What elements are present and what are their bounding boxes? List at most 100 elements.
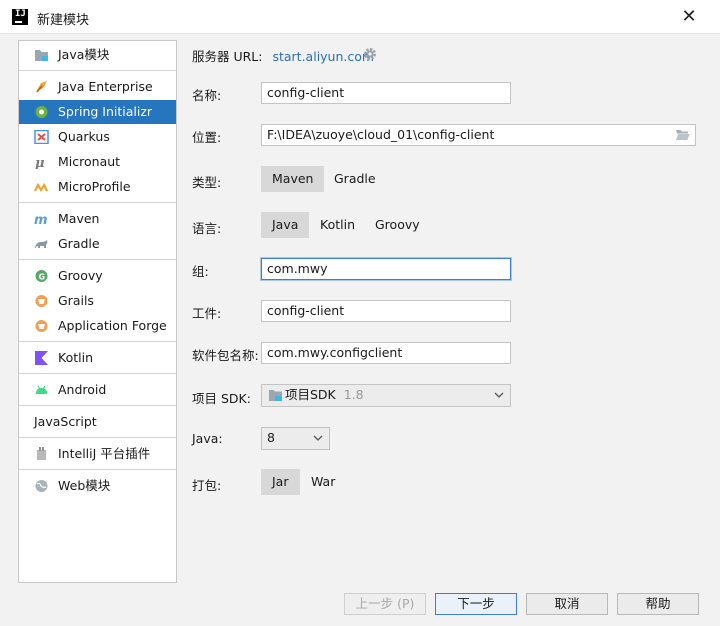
sidebar-divider bbox=[19, 405, 176, 406]
server-url-row: 服务器 URL: start.aliyun.com bbox=[192, 46, 374, 65]
name-field[interactable]: config-client bbox=[261, 82, 511, 104]
svg-text:μ: μ bbox=[35, 156, 45, 169]
sidebar-item-gradle[interactable]: Gradle bbox=[19, 232, 176, 256]
sidebar-item-groovy[interactable]: G Groovy bbox=[19, 264, 176, 288]
location-label: 位置: bbox=[192, 130, 222, 145]
maven-icon: m bbox=[34, 213, 48, 226]
sidebar-item-label: Quarkus bbox=[58, 129, 110, 144]
sidebar-item-android[interactable]: Android bbox=[19, 378, 176, 402]
gear-icon[interactable] bbox=[363, 47, 377, 61]
language-option-java[interactable]: Java bbox=[261, 212, 310, 238]
sidebar-item-label: Groovy bbox=[58, 268, 103, 283]
spring-icon bbox=[35, 106, 48, 118]
sidebar-divider bbox=[19, 373, 176, 374]
sidebar-item-web-module[interactable]: Web模块 bbox=[19, 474, 176, 498]
module-type-list: Java模块 Java Enterprise Spring Initializr… bbox=[18, 40, 177, 583]
previous-button[interactable]: 上一步 (P) bbox=[344, 593, 426, 615]
language-option-groovy[interactable]: Groovy bbox=[364, 212, 431, 238]
location-value: F:\IDEA\zuoye\cloud_01\config-client bbox=[267, 127, 495, 142]
sidebar-item-spring-initializr[interactable]: Spring Initializr bbox=[19, 100, 176, 124]
groovy-icon: G bbox=[35, 270, 48, 282]
gradle-icon bbox=[35, 240, 48, 248]
folder-module-icon bbox=[35, 50, 48, 61]
language-label: 语言: bbox=[192, 221, 222, 236]
sidebar-item-micronaut[interactable]: μ Micronaut bbox=[19, 150, 176, 174]
project-sdk-value: 项目SDK bbox=[285, 387, 336, 402]
sidebar-item-label: Application Forge bbox=[58, 318, 167, 333]
micronaut-icon: μ bbox=[35, 156, 45, 169]
project-sdk-label: 项目 SDK: bbox=[192, 391, 251, 406]
sidebar-item-quarkus[interactable]: Quarkus bbox=[19, 125, 176, 149]
sidebar-item-javascript[interactable]: JavaScript bbox=[19, 410, 176, 434]
sidebar-item-label: Micronaut bbox=[58, 154, 121, 169]
microprofile-icon bbox=[34, 182, 48, 192]
project-sdk-version: 1.8 bbox=[343, 387, 364, 402]
type-label: 类型: bbox=[192, 175, 222, 190]
chevron-down-icon bbox=[494, 392, 504, 398]
sidebar-item-label: Java模块 bbox=[58, 47, 110, 62]
kotlin-icon bbox=[35, 351, 48, 365]
group-label: 组: bbox=[192, 264, 209, 279]
sidebar-item-grails[interactable]: Grails bbox=[19, 289, 176, 313]
intellij-app-icon: IJ bbox=[12, 9, 28, 25]
sidebar-item-intellij-plugin[interactable]: IntelliJ 平台插件 bbox=[19, 442, 176, 466]
sidebar-item-microprofile[interactable]: MicroProfile bbox=[19, 175, 176, 199]
sdk-folder-icon bbox=[269, 390, 282, 401]
type-option-gradle[interactable]: Gradle bbox=[323, 166, 387, 192]
package-name-field[interactable]: com.mwy.configclient bbox=[261, 342, 511, 364]
help-button[interactable]: 帮助 bbox=[617, 593, 699, 615]
cancel-button[interactable]: 取消 bbox=[526, 593, 608, 615]
sidebar-item-application-forge[interactable]: Application Forge bbox=[19, 314, 176, 338]
application-forge-icon bbox=[35, 320, 48, 332]
sidebar-item-label: Web模块 bbox=[58, 478, 111, 493]
sidebar-item-label: MicroProfile bbox=[58, 179, 131, 194]
sidebar-item-label: Kotlin bbox=[58, 350, 93, 365]
sidebar-divider bbox=[19, 469, 176, 470]
intellij-plugin-icon bbox=[37, 447, 46, 460]
java-enterprise-icon bbox=[36, 81, 47, 93]
sidebar-divider bbox=[19, 437, 176, 438]
sidebar-item-java-module[interactable]: Java模块 bbox=[19, 43, 176, 67]
next-button[interactable]: 下一步 bbox=[435, 593, 517, 615]
group-field[interactable]: com.mwy bbox=[261, 258, 511, 280]
packaging-option-war[interactable]: War bbox=[300, 469, 346, 495]
type-option-maven[interactable]: Maven bbox=[261, 166, 325, 192]
artifact-label: 工件: bbox=[192, 306, 222, 321]
sidebar-item-label: IntelliJ 平台插件 bbox=[58, 446, 151, 461]
sidebar-divider bbox=[19, 341, 176, 342]
project-sdk-dropdown[interactable]: 项目SDK 1.8 bbox=[261, 384, 511, 407]
chevron-down-icon bbox=[313, 435, 323, 441]
sidebar-item-java-enterprise[interactable]: Java Enterprise bbox=[19, 75, 176, 99]
sidebar-divider bbox=[19, 70, 176, 71]
java-version-value: 8 bbox=[267, 430, 275, 445]
svg-text:G: G bbox=[39, 273, 46, 282]
new-module-dialog: IJ 新建模块 ✕ Java模块 Java Enterprise Spring … bbox=[0, 0, 720, 626]
browse-folder-icon[interactable] bbox=[675, 129, 690, 141]
name-label: 名称: bbox=[192, 88, 222, 103]
java-version-dropdown[interactable]: 8 bbox=[261, 427, 330, 450]
web-globe-icon bbox=[35, 480, 48, 492]
packaging-option-jar[interactable]: Jar bbox=[261, 469, 300, 495]
artifact-field[interactable]: config-client bbox=[261, 300, 511, 322]
android-icon bbox=[36, 385, 47, 394]
sidebar-item-label: Gradle bbox=[58, 236, 100, 251]
java-version-label: Java: bbox=[192, 431, 223, 446]
sidebar-item-label: Java Enterprise bbox=[58, 79, 153, 94]
language-option-kotlin[interactable]: Kotlin bbox=[309, 212, 366, 238]
svg-text:m: m bbox=[34, 213, 48, 226]
sidebar-divider bbox=[19, 202, 176, 203]
title-bar: IJ 新建模块 ✕ bbox=[0, 0, 720, 34]
server-url-link[interactable]: start.aliyun.com bbox=[272, 49, 374, 64]
server-url-label: 服务器 URL: bbox=[192, 49, 263, 64]
grails-icon bbox=[35, 295, 48, 307]
sidebar-item-label: JavaScript bbox=[34, 414, 97, 429]
quarkus-icon bbox=[34, 130, 49, 144]
close-button[interactable]: ✕ bbox=[678, 6, 700, 28]
sidebar-item-kotlin[interactable]: Kotlin bbox=[19, 346, 176, 370]
sidebar-item-label: Maven bbox=[58, 211, 100, 226]
sidebar-divider bbox=[19, 259, 176, 260]
sidebar-item-maven[interactable]: m Maven bbox=[19, 207, 176, 231]
package-name-label: 软件包名称: bbox=[192, 348, 259, 363]
sidebar-item-label: Android bbox=[58, 382, 107, 397]
location-field[interactable]: F:\IDEA\zuoye\cloud_01\config-client bbox=[261, 124, 696, 146]
